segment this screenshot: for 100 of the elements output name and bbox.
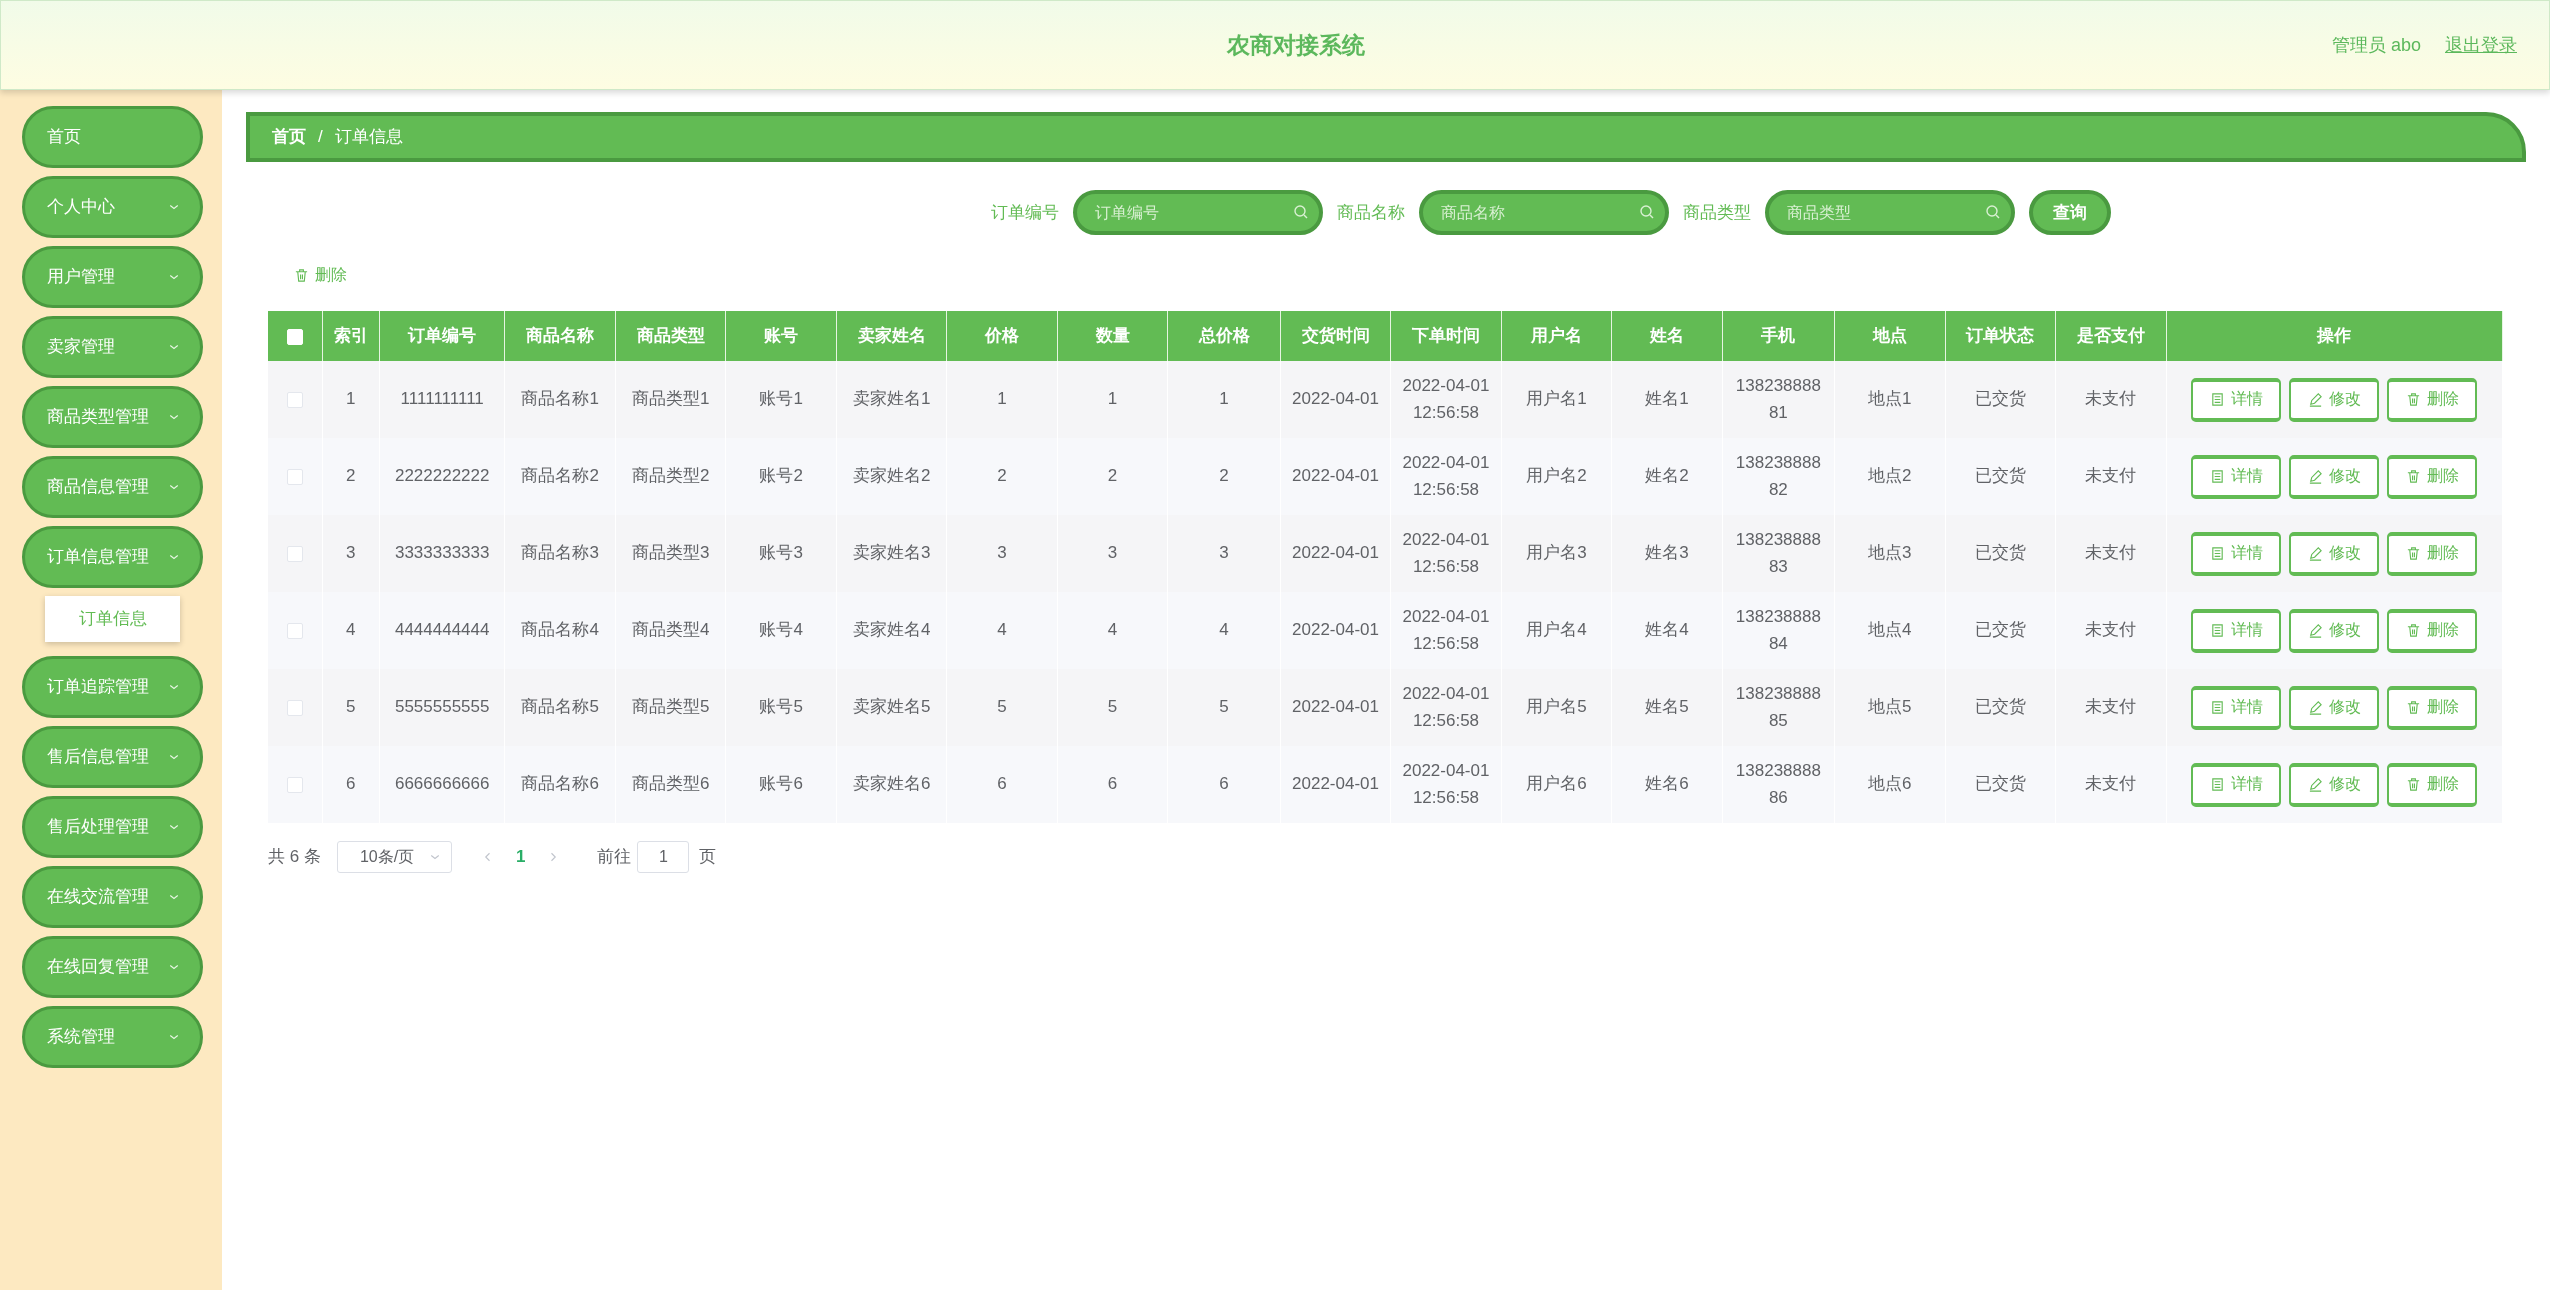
- table-cell: 3333333333: [379, 515, 505, 592]
- document-icon: [2209, 546, 2225, 561]
- table-cell: 5: [946, 669, 1058, 746]
- sidebar-item[interactable]: 个人中心: [22, 176, 203, 238]
- sidebar-item[interactable]: 订单信息管理: [22, 526, 203, 588]
- table-cell: 3: [1167, 515, 1281, 592]
- delete-button[interactable]: 删除: [2387, 685, 2478, 730]
- table-cell: 6: [1167, 746, 1281, 823]
- user-label: 管理员 abo: [2331, 33, 2421, 57]
- search-button[interactable]: 查询: [2029, 190, 2111, 235]
- edit-button[interactable]: 修改: [2289, 762, 2380, 807]
- details-button[interactable]: 详情: [2191, 685, 2282, 730]
- logout-link[interactable]: 退出登录: [2445, 31, 2517, 59]
- pencil-icon: [2307, 700, 2323, 715]
- details-button[interactable]: 详情: [2191, 454, 2282, 499]
- page-number[interactable]: 1: [509, 844, 532, 870]
- details-button[interactable]: 详情: [2191, 377, 2282, 422]
- sidebar-item[interactable]: 订单追踪管理: [22, 656, 203, 718]
- table-cell: 未支付: [2055, 669, 2166, 746]
- search-field[interactable]: 商品类型: [1765, 190, 2015, 235]
- sidebar-item[interactable]: 售后信息管理: [22, 726, 203, 788]
- delete-button[interactable]: 删除: [2387, 531, 2478, 576]
- column-header: 商品名称: [505, 311, 616, 361]
- checkbox[interactable]: [286, 468, 303, 485]
- table-cell: 商品类型6: [615, 746, 726, 823]
- table-cell: 商品名称5: [505, 669, 616, 746]
- table-cell: 13823888884: [1722, 592, 1835, 669]
- column-header: 卖家姓名: [836, 311, 947, 361]
- column-header: 索引: [322, 311, 380, 361]
- delete-button[interactable]: 删除: [2387, 762, 2478, 807]
- table-cell: 地点6: [1834, 746, 1946, 823]
- trash-icon: [2405, 777, 2421, 792]
- table-cell: 商品名称1: [505, 361, 616, 438]
- details-button[interactable]: 详情: [2191, 531, 2282, 576]
- table-cell: 1: [946, 361, 1058, 438]
- breadcrumb-item[interactable]: 首页: [272, 124, 306, 150]
- delete-button[interactable]: 删除: [2387, 454, 2478, 499]
- document-icon: [2209, 700, 2225, 715]
- column-header: 是否支付: [2055, 311, 2166, 361]
- checkbox[interactable]: [286, 545, 303, 562]
- table-cell: 2022-04-01 12:56:58: [1390, 361, 1502, 438]
- edit-button[interactable]: 修改: [2289, 454, 2380, 499]
- sidebar-item[interactable]: 在线交流管理: [22, 866, 203, 928]
- table-cell: 已交货: [1945, 361, 2056, 438]
- table-cell: 2022-04-01 12:56:58: [1390, 438, 1502, 515]
- details-button[interactable]: 详情: [2191, 608, 2282, 653]
- table-cell: 已交货: [1945, 669, 2056, 746]
- table-cell: 2022-04-01 12:56:58: [1390, 515, 1502, 592]
- delete-button[interactable]: 删除: [2387, 608, 2478, 653]
- sidebar-item[interactable]: 卖家管理: [22, 316, 203, 378]
- table-cell: 4: [322, 592, 380, 669]
- details-button[interactable]: 详情: [2191, 762, 2282, 807]
- table-cell: 5: [1057, 669, 1168, 746]
- column-header: 手机: [1722, 311, 1835, 361]
- table-cell: 地点2: [1834, 438, 1946, 515]
- table-cell: 姓名1: [1611, 361, 1723, 438]
- sidebar-item[interactable]: 在线回复管理: [22, 936, 203, 998]
- table-cell: 已交货: [1945, 746, 2056, 823]
- table-cell: 未支付: [2055, 361, 2166, 438]
- table-cell: 2022-04-01: [1280, 669, 1391, 746]
- edit-button[interactable]: 修改: [2289, 531, 2380, 576]
- column-header: 订单状态: [1945, 311, 2056, 361]
- edit-button[interactable]: 修改: [2289, 608, 2380, 653]
- table-cell: 账号4: [725, 592, 837, 669]
- pencil-icon: [2307, 469, 2323, 484]
- sidebar-item[interactable]: 用户管理: [22, 246, 203, 308]
- search-field[interactable]: 商品名称: [1419, 190, 1669, 235]
- table-cell: 已交货: [1945, 592, 2056, 669]
- sidebar-item[interactable]: 首页: [22, 106, 203, 168]
- table-cell: 未支付: [2055, 438, 2166, 515]
- column-header: 数量: [1057, 311, 1168, 361]
- column-header: 下单时间: [1390, 311, 1502, 361]
- table-cell: 5555555555: [379, 669, 505, 746]
- edit-button[interactable]: 修改: [2289, 377, 2380, 422]
- document-icon: [2209, 623, 2225, 638]
- delete-button[interactable]: 删除: [2387, 377, 2478, 422]
- page-input[interactable]: 1: [637, 841, 690, 873]
- table-cell: 13823888885: [1722, 669, 1835, 746]
- checkbox[interactable]: [286, 776, 303, 793]
- column-header: 价格: [946, 311, 1058, 361]
- column-header: 地点: [1834, 311, 1946, 361]
- sidebar-item[interactable]: 系统管理: [22, 1006, 203, 1068]
- page-size-select[interactable]: 10条/页: [336, 841, 452, 873]
- search-field[interactable]: 订单编号: [1073, 190, 1323, 235]
- sidebar-item[interactable]: 售后处理管理: [22, 796, 203, 858]
- pencil-icon: [2307, 777, 2323, 792]
- submenu-item[interactable]: 订单信息: [45, 596, 180, 642]
- pencil-icon: [2307, 392, 2323, 407]
- document-icon: [2209, 392, 2225, 407]
- checkbox[interactable]: [286, 391, 303, 408]
- checkbox[interactable]: [286, 622, 303, 639]
- pencil-icon: [2307, 623, 2323, 638]
- checkbox[interactable]: [286, 699, 303, 716]
- sidebar-item[interactable]: 商品信息管理: [22, 456, 203, 518]
- delete-button[interactable]: 删除: [290, 259, 351, 291]
- table-cell: 13823888886: [1722, 746, 1835, 823]
- document-icon: [2209, 469, 2225, 484]
- table-cell: 2022-04-01 12:56:58: [1390, 592, 1502, 669]
- edit-button[interactable]: 修改: [2289, 685, 2380, 730]
- sidebar-item[interactable]: 商品类型管理: [22, 386, 203, 448]
